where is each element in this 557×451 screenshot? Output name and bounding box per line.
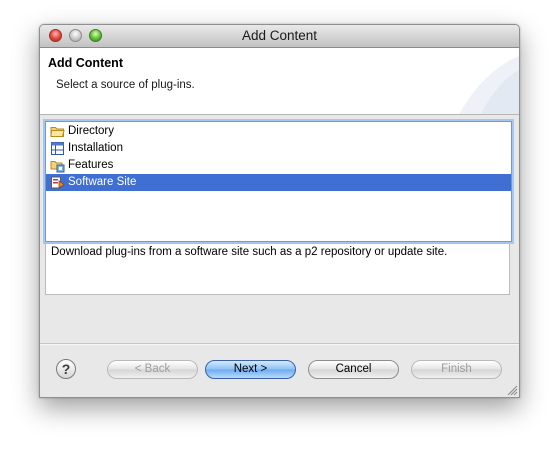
back-button[interactable]: < Back — [107, 360, 198, 379]
finish-button[interactable]: Finish — [411, 360, 502, 379]
list-item-directory[interactable]: Directory — [46, 123, 511, 140]
installation-icon — [50, 141, 65, 156]
window-title: Add Content — [241, 28, 318, 43]
list-item-label: Features — [68, 159, 114, 171]
header-banner-graphic — [459, 56, 519, 114]
cancel-button[interactable]: Cancel — [308, 360, 399, 379]
list-item-label: Installation — [68, 142, 123, 154]
source-description-text: Download plug-ins from a software site s… — [51, 246, 448, 258]
folder-icon — [50, 124, 65, 139]
software-site-icon — [50, 175, 65, 190]
help-button[interactable]: ? — [56, 359, 76, 379]
source-description-box: Download plug-ins from a software site s… — [45, 243, 510, 295]
list-item-label: Directory — [68, 125, 115, 137]
features-icon — [50, 158, 65, 173]
list-item-features[interactable]: Features — [46, 157, 511, 174]
button-bar-separator — [40, 343, 519, 345]
list-item-label: Software Site — [68, 176, 137, 188]
page-description: Select a source of plug-ins. — [56, 79, 195, 91]
add-content-dialog: Add Content Add Content Select a source … — [39, 24, 520, 398]
list-item-software-site[interactable]: Software Site — [46, 174, 511, 191]
resize-grip-icon[interactable] — [506, 384, 518, 396]
source-list[interactable]: Directory Installation Features Software… — [45, 121, 512, 242]
list-item-installation[interactable]: Installation — [46, 140, 511, 157]
wizard-header: Add Content Select a source of plug-ins. — [40, 48, 519, 115]
next-button[interactable]: Next > — [205, 360, 296, 379]
page-title: Add Content — [48, 56, 123, 70]
title-bar[interactable]: Add Content — [40, 25, 519, 48]
